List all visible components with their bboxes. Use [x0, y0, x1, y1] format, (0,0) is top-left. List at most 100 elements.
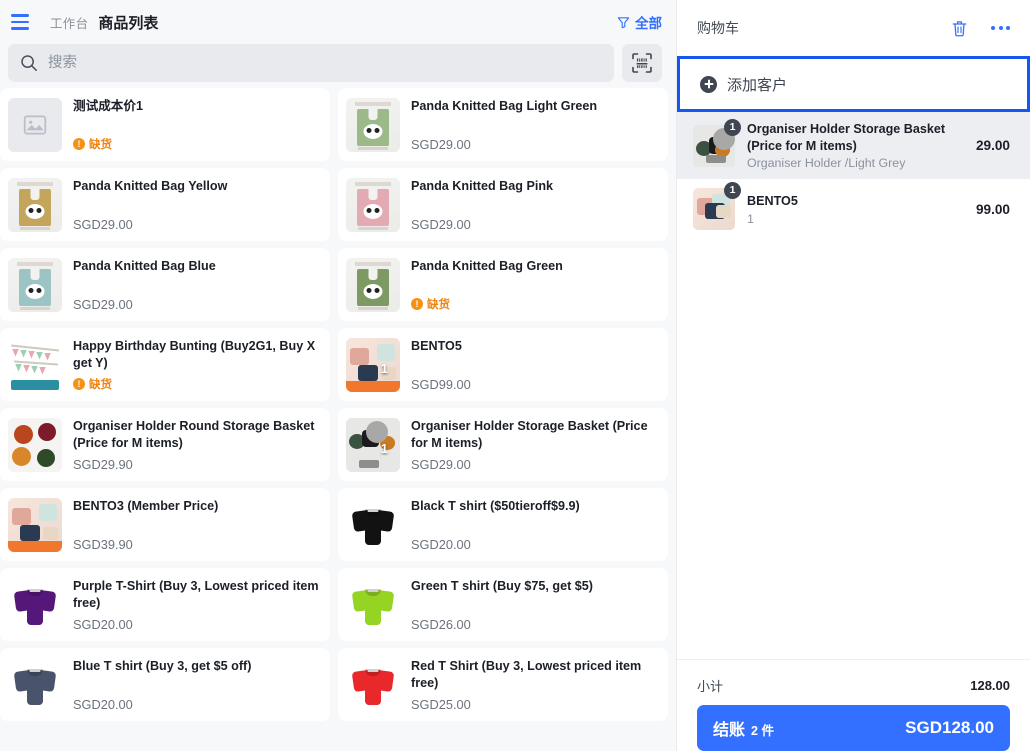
alert-circle-icon: !	[73, 377, 85, 390]
cart-item-row[interactable]: 1 Organiser Holder Storage Basket (Price …	[677, 112, 1030, 180]
product-card[interactable]: 1 Organiser Holder Storage Basket (Price …	[338, 408, 668, 481]
product-grid-scroll[interactable]: 测试成本价1! 缺货 Panda Knitted Bag Light Green SG…	[0, 88, 676, 751]
add-customer-button[interactable]: 添加客户	[677, 56, 1030, 112]
cart-header: 购物车	[677, 0, 1030, 56]
product-meta: SGD20.00	[73, 617, 320, 632]
product-price: SGD29.00	[411, 456, 471, 472]
product-card[interactable]: Green T shirt (Buy $75, get $5) SGD26.00	[338, 568, 668, 641]
product-thumbnail-image	[8, 577, 62, 632]
product-card-body: Happy Birthday Bunting (Buy2G1, Buy X ge…	[73, 338, 320, 392]
product-meta: SGD26.00	[411, 617, 658, 632]
product-name: Green T shirt (Buy $75, get $5)	[411, 578, 593, 593]
cart-item-row[interactable]: 1 BENTO5 1 99.00	[677, 179, 1030, 239]
product-thumbnail	[8, 97, 62, 152]
product-card[interactable]: Panda Knitted Bag Light Green SGD29.00	[338, 88, 668, 161]
filter-all-button[interactable]: 全部	[617, 12, 662, 32]
product-thumbnail	[8, 257, 62, 312]
clear-cart-button[interactable]	[950, 19, 969, 38]
product-card[interactable]: Panda Knitted Bag Yellow SGD29.00	[0, 168, 330, 241]
barcode-scan-button[interactable]	[622, 44, 662, 82]
product-card-body: Panda Knitted Bag Light Green SGD29.00	[411, 98, 658, 152]
product-thumbnail-image	[346, 497, 400, 552]
checkout-total: SGD128.00	[905, 718, 994, 737]
product-meta: SGD20.00	[73, 697, 320, 712]
product-thumbnail	[346, 97, 400, 152]
product-meta: SGD29.00	[411, 137, 658, 152]
product-thumbnail	[346, 257, 400, 312]
out-of-stock-badge: ! 缺货	[73, 136, 112, 152]
product-thumbnail	[346, 577, 400, 632]
checkout-button[interactable]: 结账 2 件 SGD128.00	[697, 705, 1010, 751]
product-price: SGD29.00	[411, 136, 471, 152]
product-card[interactable]: 测试成本价1 ! 缺货	[0, 88, 330, 161]
cart-item-thumbnail: 1	[693, 182, 741, 231]
product-thumbnail-image	[8, 337, 62, 392]
cart-title: 购物车	[697, 20, 739, 36]
product-thumbnail	[8, 417, 62, 472]
product-price: SGD20.00	[73, 696, 133, 712]
product-price: SGD20.00	[73, 616, 133, 632]
checkout-item-count: 2 件	[751, 724, 774, 738]
product-price: SGD29.00	[411, 216, 471, 232]
product-price: SGD20.00	[411, 536, 471, 552]
product-thumbnail-image	[346, 577, 400, 632]
hamburger-menu-icon[interactable]	[8, 9, 34, 35]
product-card-body: Organiser Holder Round Storage Basket (P…	[73, 418, 320, 472]
product-card-body: Organiser Holder Storage Basket (Price f…	[411, 418, 658, 472]
product-card[interactable]: Panda Knitted Bag Pink SGD29.00	[338, 168, 668, 241]
product-thumbnail	[8, 497, 62, 552]
product-card[interactable]: 1 BENTO5 SGD99.00	[338, 328, 668, 401]
product-thumbnail-image	[8, 97, 62, 152]
cart-item-list: 1 Organiser Holder Storage Basket (Price …	[677, 112, 1030, 659]
product-card[interactable]: Purple T-Shirt (Buy 3, Lowest priced ite…	[0, 568, 330, 641]
product-meta: ! 缺货	[411, 294, 658, 312]
search-box[interactable]	[8, 44, 614, 82]
product-meta: SGD29.00	[73, 297, 320, 312]
product-card[interactable]: Happy Birthday Bunting (Buy2G1, Buy X ge…	[0, 328, 330, 401]
product-card[interactable]: Panda Knitted Bag Blue SGD29.00	[0, 248, 330, 321]
out-of-stock-label: 缺货	[427, 298, 450, 311]
product-meta: SGD29.90	[73, 457, 320, 472]
product-card[interactable]: BENTO3 (Member Price) SGD39.90	[0, 488, 330, 561]
product-card-body: BENTO5 SGD99.00	[411, 338, 658, 392]
out-of-stock-badge: ! 缺货	[411, 296, 450, 312]
product-name: Black T shirt ($50tieroff$9.9)	[411, 498, 580, 513]
product-thumbnail	[346, 497, 400, 552]
product-card-body: Black T shirt ($50tieroff$9.9) SGD20.00	[411, 498, 658, 552]
product-meta: ! 缺货	[73, 374, 320, 392]
subtotal-label: 小计	[697, 679, 724, 694]
product-name: 测试成本价1	[73, 98, 143, 113]
product-card[interactable]: Black T shirt ($50tieroff$9.9) SGD20.00	[338, 488, 668, 561]
product-quantity-badge: 1	[380, 440, 388, 456]
product-card-body: Blue T shirt (Buy 3, get $5 off) SGD20.00	[73, 658, 320, 712]
product-name: Panda Knitted Bag Green	[411, 258, 563, 273]
product-card[interactable]: Red T Shirt (Buy 3, Lowest priced item f…	[338, 648, 668, 721]
search-input[interactable]	[48, 44, 602, 82]
product-name: Panda Knitted Bag Pink	[411, 178, 554, 193]
product-card[interactable]: Panda Knitted Bag Green ! 缺货	[338, 248, 668, 321]
product-card[interactable]: Blue T shirt (Buy 3, get $5 off) SGD20.00	[0, 648, 330, 721]
checkout-left: 结账 2 件	[713, 716, 774, 740]
product-card[interactable]: Organiser Holder Round Storage Basket (P…	[0, 408, 330, 481]
filter-icon	[617, 16, 630, 28]
product-thumbnail	[8, 657, 62, 712]
product-thumbnail-image	[346, 337, 400, 392]
product-thumbnail: 1	[346, 337, 400, 392]
cart-footer: 小计 128.00 结账 2 件 SGD128.00	[677, 659, 1030, 751]
product-thumbnail-image	[8, 497, 62, 552]
product-card-body: Panda Knitted Bag Pink SGD29.00	[411, 178, 658, 232]
out-of-stock-label: 缺货	[89, 378, 112, 391]
top-bar: 工作台 商品列表 全部	[0, 0, 676, 44]
cart-item-quantity-badge: 1	[724, 118, 741, 136]
product-name: Blue T shirt (Buy 3, get $5 off)	[73, 658, 252, 673]
product-name: Red T Shirt (Buy 3, Lowest priced item f…	[411, 658, 642, 690]
product-price: SGD99.00	[411, 376, 471, 392]
product-name: Panda Knitted Bag Light Green	[411, 98, 598, 113]
product-grid: 测试成本价1! 缺货 Panda Knitted Bag Light Green SG…	[0, 88, 668, 721]
cart-more-options-button[interactable]	[991, 26, 1010, 30]
product-name: Organiser Holder Round Storage Basket (P…	[73, 418, 315, 450]
checkout-label: 结账	[713, 722, 746, 739]
breadcrumb-root[interactable]: 工作台	[50, 13, 88, 32]
product-price: SGD29.90	[73, 456, 133, 472]
product-meta: SGD39.90	[73, 537, 320, 552]
